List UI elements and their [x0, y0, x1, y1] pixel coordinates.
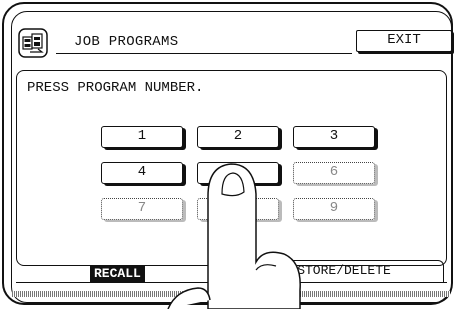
tab-store-delete[interactable]: STORE/DELETE	[244, 260, 444, 282]
tab-baseline	[16, 282, 447, 283]
job-programs-icon	[18, 28, 48, 58]
program-key-6[interactable]: 6	[293, 162, 375, 184]
instruction-text: PRESS PROGRAM NUMBER.	[27, 80, 204, 96]
program-key-4[interactable]: 4	[101, 162, 183, 184]
title-underline	[56, 53, 352, 54]
program-key-1[interactable]: 1	[101, 126, 183, 148]
program-key-5[interactable]: 5	[197, 162, 279, 184]
bezel-bottom-shading	[12, 291, 450, 297]
program-panel: PRESS PROGRAM NUMBER. 1 2 3 4 5 6 7 8 9	[16, 70, 447, 266]
program-key-9[interactable]: 9	[293, 198, 375, 220]
program-key-8[interactable]: 8	[197, 198, 279, 220]
program-key-2[interactable]: 2	[197, 126, 279, 148]
page-title: JOB PROGRAMS	[74, 34, 179, 50]
program-key-7[interactable]: 7	[101, 198, 183, 220]
mode-tabs: RECALL STORE/DELETE	[16, 260, 447, 282]
exit-button[interactable]: EXIT	[356, 30, 452, 52]
program-key-3[interactable]: 3	[293, 126, 375, 148]
header-bar: JOB PROGRAMS EXIT	[16, 26, 452, 60]
tab-recall[interactable]: RECALL	[90, 266, 145, 282]
